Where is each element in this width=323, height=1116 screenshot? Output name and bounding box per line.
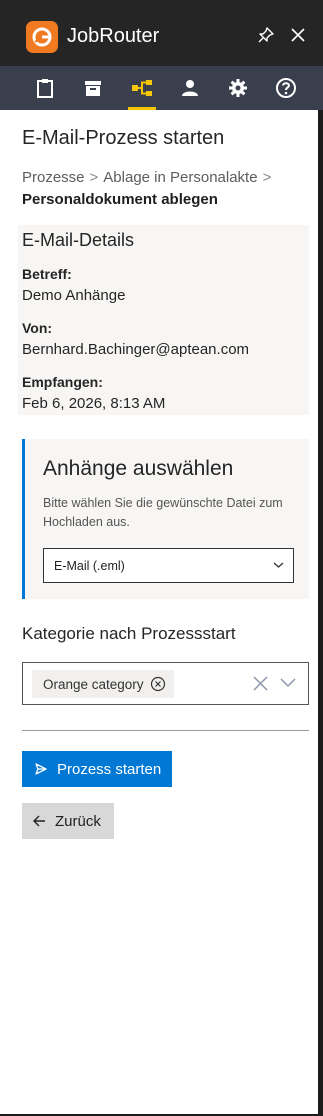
category-chip-label: Orange category — [43, 676, 144, 692]
start-process-label: Prozess starten — [57, 760, 162, 778]
divider — [22, 730, 309, 731]
nav-item-help[interactable] — [262, 66, 310, 110]
page-title: E-Mail-Prozess starten — [22, 127, 225, 149]
help-icon — [276, 78, 296, 98]
attachment-selection-panel: Anhänge auswählen Bitte wählen Sie die g… — [22, 439, 309, 599]
from-label: Von: — [22, 320, 53, 336]
nav-item-settings[interactable] — [214, 66, 262, 110]
received-label: Empfangen: — [22, 374, 103, 390]
attachment-title: Anhänge auswählen — [43, 457, 234, 480]
gear-icon — [229, 79, 247, 97]
chevron-down-icon — [273, 562, 284, 568]
category-select[interactable]: Orange category — [22, 662, 309, 705]
from-value: Bernhard.Bachinger@aptean.com — [22, 341, 250, 358]
title-bar: JobRouter — [0, 0, 323, 66]
app-title: JobRouter — [67, 25, 160, 47]
breadcrumb-item-processes[interactable]: Prozesse — [22, 169, 85, 186]
main-panel: E-Mail-Prozess starten Prozesse > Ablage i… — [0, 110, 318, 1114]
back-label: Zurück — [55, 812, 101, 830]
nav-item-archive[interactable] — [69, 66, 117, 110]
nav-item-processes[interactable] — [118, 66, 166, 110]
chevron-down-icon[interactable] — [280, 677, 296, 688]
clipboard-icon — [37, 79, 53, 98]
breadcrumb-separator: > — [262, 169, 272, 186]
breadcrumb-item-personnel-file[interactable]: Ablage in Personalakte — [103, 169, 257, 186]
start-process-button[interactable]: Prozess starten — [22, 751, 172, 787]
category-title: Kategorie nach Prozessstart — [22, 624, 236, 643]
close-icon[interactable] — [287, 24, 309, 46]
nav-bar — [0, 66, 323, 110]
back-button[interactable]: Zurück — [22, 803, 114, 839]
attachment-dropdown[interactable]: E-Mail (.eml) — [43, 548, 294, 583]
pin-icon[interactable] — [255, 24, 277, 46]
subject-value: Demo Anhänge — [22, 287, 126, 304]
email-details-panel: E-Mail-Details Betreff: Demo Anhänge Von… — [18, 225, 309, 415]
user-icon — [182, 80, 198, 96]
clear-icon[interactable] — [253, 676, 268, 691]
send-icon — [35, 763, 47, 775]
received-value: Feb 6, 2026, 8:13 AM — [22, 395, 166, 412]
archive-box-icon — [85, 81, 101, 96]
category-chip: Orange category — [32, 670, 174, 698]
nav-item-user[interactable] — [166, 66, 214, 110]
remove-chip-icon[interactable] — [150, 676, 166, 692]
breadcrumb: Prozesse > Ablage in Personalakte > Personal… — [22, 167, 312, 211]
breadcrumb-separator: > — [89, 169, 99, 186]
email-details-title: E-Mail-Details — [22, 230, 135, 250]
attachment-dropdown-value: E-Mail (.eml) — [54, 559, 125, 573]
breadcrumb-current: Personaldokument ablegen — [22, 191, 218, 208]
nav-item-tasks[interactable] — [21, 66, 69, 110]
subject-label: Betreff: — [22, 266, 72, 282]
arrow-left-icon — [33, 815, 45, 827]
attachment-description: Bitte wählen Sie die gewünschte Datei zu… — [43, 496, 283, 529]
workflow-icon — [132, 80, 152, 96]
jobrouter-logo-icon — [26, 21, 58, 53]
